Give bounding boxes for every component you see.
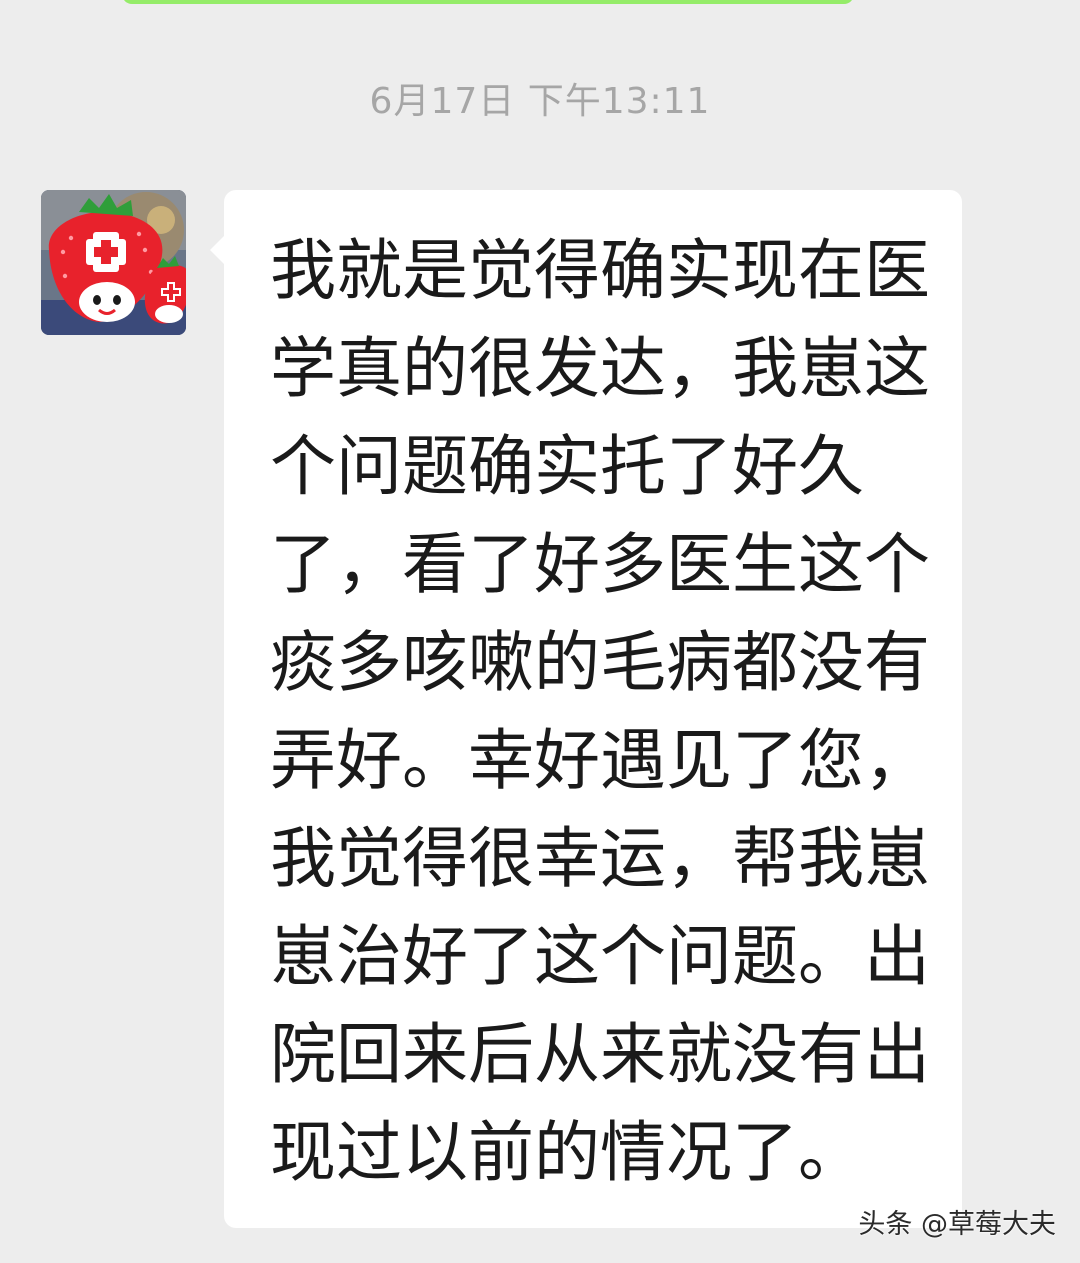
message-timestamp: 6月17日 下午13:11 [369,81,711,122]
avatar[interactable] [41,190,186,335]
message-text: 我就是觉得确实现在医学真的很发达，我崽这个问题确实托了好久了，看了好多医生这个痰… [270,232,930,1191]
bubble-tail [210,235,225,265]
strawberry-doctor-icon [41,190,186,335]
previous-sent-bubble[interactable] [122,0,854,4]
watermark: 头条 @草莓大夫 [858,1209,1056,1240]
